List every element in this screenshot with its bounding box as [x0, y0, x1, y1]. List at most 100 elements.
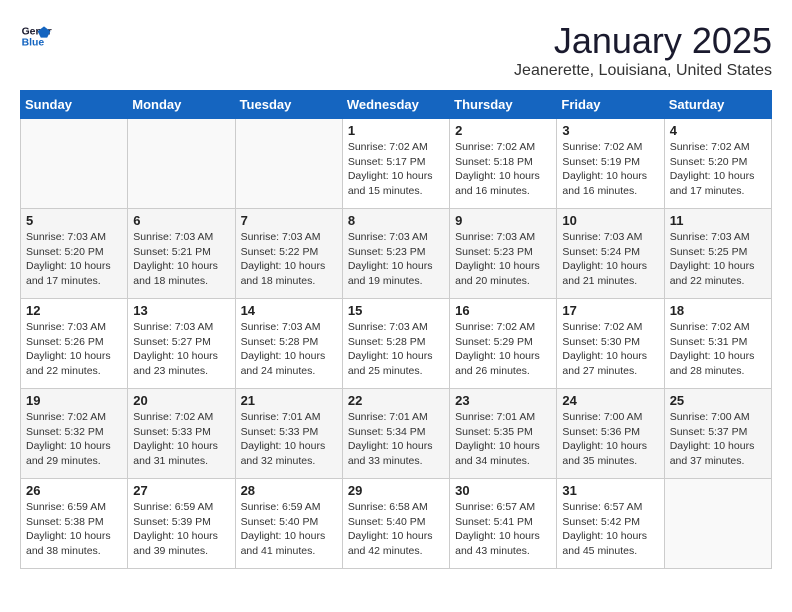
calendar-week-2: 5 Sunrise: 7:03 AM Sunset: 5:20 PM Daylig… [21, 209, 772, 299]
day-info: Sunrise: 7:03 AM Sunset: 5:23 PM Dayligh… [455, 230, 551, 289]
day-number: 14 [241, 303, 337, 318]
svg-text:Blue: Blue [22, 38, 45, 49]
day-number: 29 [348, 483, 444, 498]
day-info: Sunrise: 7:03 AM Sunset: 5:28 PM Dayligh… [241, 320, 337, 379]
calendar-cell: 20 Sunrise: 7:02 AM Sunset: 5:33 PM Dayli… [128, 389, 235, 479]
calendar-cell: 31 Sunrise: 6:57 AM Sunset: 5:42 PM Dayli… [557, 479, 664, 569]
day-info: Sunrise: 7:02 AM Sunset: 5:17 PM Dayligh… [348, 140, 444, 199]
logo-icon: General Blue [20, 20, 52, 52]
calendar-cell: 22Sunrise: 7:01 AM Sunset: 5:34 PM Dayli… [342, 389, 449, 479]
day-number: 16 [455, 303, 551, 318]
day-number: 10 [562, 213, 658, 228]
calendar-cell: 24 Sunrise: 7:00 AM Sunset: 5:36 PM Dayli… [557, 389, 664, 479]
day-number: 20 [133, 393, 229, 408]
calendar-cell: 25 Sunrise: 7:00 AM Sunset: 5:37 PM Dayli… [664, 389, 771, 479]
day-info: Sunrise: 7:03 AM Sunset: 5:24 PM Dayligh… [562, 230, 658, 289]
day-number: 17 [562, 303, 658, 318]
calendar-cell: 19 Sunrise: 7:02 AM Sunset: 5:32 PM Dayli… [21, 389, 128, 479]
calendar-cell: 30 Sunrise: 6:57 AM Sunset: 5:41 PM Dayli… [450, 479, 557, 569]
calendar-cell: 18Sunrise: 7:02 AM Sunset: 5:31 PM Dayli… [664, 299, 771, 389]
day-info: Sunrise: 7:00 AM Sunset: 5:36 PM Dayligh… [562, 410, 658, 469]
day-info: Sunrise: 7:03 AM Sunset: 5:20 PM Dayligh… [26, 230, 122, 289]
day-number: 9 [455, 213, 551, 228]
header: General Blue January 2025 Jeanerette, Lo… [20, 20, 772, 80]
calendar-cell: 1 Sunrise: 7:02 AM Sunset: 5:17 PM Daylig… [342, 119, 449, 209]
day-number: 6 [133, 213, 229, 228]
day-info: Sunrise: 7:03 AM Sunset: 5:27 PM Dayligh… [133, 320, 229, 379]
calendar-cell: 7 Sunrise: 7:03 AM Sunset: 5:22 PM Daylig… [235, 209, 342, 299]
day-info: Sunrise: 7:02 AM Sunset: 5:29 PM Dayligh… [455, 320, 551, 379]
day-number: 19 [26, 393, 122, 408]
header-wednesday: Wednesday [342, 91, 449, 119]
logo: General Blue [20, 20, 52, 52]
day-number: 25 [670, 393, 766, 408]
header-saturday: Saturday [664, 91, 771, 119]
calendar-cell: 13 Sunrise: 7:03 AM Sunset: 5:27 PM Dayli… [128, 299, 235, 389]
day-number: 4 [670, 123, 766, 138]
calendar-week-3: 12Sunrise: 7:03 AM Sunset: 5:26 PM Dayli… [21, 299, 772, 389]
calendar-cell [235, 119, 342, 209]
calendar-cell: 6 Sunrise: 7:03 AM Sunset: 5:21 PM Daylig… [128, 209, 235, 299]
day-info: Sunrise: 7:02 AM Sunset: 5:33 PM Dayligh… [133, 410, 229, 469]
calendar-cell [664, 479, 771, 569]
day-info: Sunrise: 7:03 AM Sunset: 5:21 PM Dayligh… [133, 230, 229, 289]
calendar-cell: 29 Sunrise: 6:58 AM Sunset: 5:40 PM Dayli… [342, 479, 449, 569]
day-info: Sunrise: 7:03 AM Sunset: 5:25 PM Dayligh… [670, 230, 766, 289]
day-number: 11 [670, 213, 766, 228]
day-number: 18 [670, 303, 766, 318]
day-number: 30 [455, 483, 551, 498]
calendar-cell: 12Sunrise: 7:03 AM Sunset: 5:26 PM Dayli… [21, 299, 128, 389]
calendar-cell: 2Sunrise: 7:02 AM Sunset: 5:18 PM Daylig… [450, 119, 557, 209]
day-number: 24 [562, 393, 658, 408]
calendar-cell: 11 Sunrise: 7:03 AM Sunset: 5:25 PM Dayli… [664, 209, 771, 299]
header-friday: Friday [557, 91, 664, 119]
day-info: Sunrise: 7:03 AM Sunset: 5:23 PM Dayligh… [348, 230, 444, 289]
calendar-table: Sunday Monday Tuesday Wednesday Thursday… [20, 90, 772, 569]
calendar-cell: 27Sunrise: 6:59 AM Sunset: 5:39 PM Dayli… [128, 479, 235, 569]
day-info: Sunrise: 7:03 AM Sunset: 5:28 PM Dayligh… [348, 320, 444, 379]
day-info: Sunrise: 6:58 AM Sunset: 5:40 PM Dayligh… [348, 500, 444, 559]
calendar-cell [128, 119, 235, 209]
day-number: 21 [241, 393, 337, 408]
day-info: Sunrise: 7:01 AM Sunset: 5:35 PM Dayligh… [455, 410, 551, 469]
header-thursday: Thursday [450, 91, 557, 119]
day-number: 8 [348, 213, 444, 228]
day-number: 31 [562, 483, 658, 498]
day-number: 13 [133, 303, 229, 318]
calendar-subtitle: Jeanerette, Louisiana, United States [514, 62, 772, 80]
day-info: Sunrise: 7:00 AM Sunset: 5:37 PM Dayligh… [670, 410, 766, 469]
calendar-cell: 9 Sunrise: 7:03 AM Sunset: 5:23 PM Daylig… [450, 209, 557, 299]
calendar-cell: 4Sunrise: 7:02 AM Sunset: 5:20 PM Daylig… [664, 119, 771, 209]
calendar-week-4: 19 Sunrise: 7:02 AM Sunset: 5:32 PM Dayli… [21, 389, 772, 479]
header-monday: Monday [128, 91, 235, 119]
day-number: 28 [241, 483, 337, 498]
header-sunday: Sunday [21, 91, 128, 119]
day-info: Sunrise: 7:03 AM Sunset: 5:22 PM Dayligh… [241, 230, 337, 289]
calendar-week-5: 26Sunrise: 6:59 AM Sunset: 5:38 PM Dayli… [21, 479, 772, 569]
calendar-cell: 16 Sunrise: 7:02 AM Sunset: 5:29 PM Dayli… [450, 299, 557, 389]
header-tuesday: Tuesday [235, 91, 342, 119]
day-info: Sunrise: 7:03 AM Sunset: 5:26 PM Dayligh… [26, 320, 122, 379]
day-number: 1 [348, 123, 444, 138]
day-info: Sunrise: 6:59 AM Sunset: 5:38 PM Dayligh… [26, 500, 122, 559]
day-number: 7 [241, 213, 337, 228]
calendar-cell: 21Sunrise: 7:01 AM Sunset: 5:33 PM Dayli… [235, 389, 342, 479]
day-info: Sunrise: 7:02 AM Sunset: 5:19 PM Dayligh… [562, 140, 658, 199]
calendar-cell: 23 Sunrise: 7:01 AM Sunset: 5:35 PM Dayli… [450, 389, 557, 479]
day-info: Sunrise: 7:02 AM Sunset: 5:32 PM Dayligh… [26, 410, 122, 469]
calendar-cell: 28Sunrise: 6:59 AM Sunset: 5:40 PM Dayli… [235, 479, 342, 569]
calendar-cell: 5 Sunrise: 7:03 AM Sunset: 5:20 PM Daylig… [21, 209, 128, 299]
day-number: 15 [348, 303, 444, 318]
calendar-title: January 2025 [514, 20, 772, 62]
day-number: 23 [455, 393, 551, 408]
calendar-week-1: 1 Sunrise: 7:02 AM Sunset: 5:17 PM Daylig… [21, 119, 772, 209]
day-info: Sunrise: 7:02 AM Sunset: 5:30 PM Dayligh… [562, 320, 658, 379]
day-info: Sunrise: 6:57 AM Sunset: 5:42 PM Dayligh… [562, 500, 658, 559]
day-info: Sunrise: 6:59 AM Sunset: 5:39 PM Dayligh… [133, 500, 229, 559]
calendar-cell [21, 119, 128, 209]
day-number: 3 [562, 123, 658, 138]
day-info: Sunrise: 6:57 AM Sunset: 5:41 PM Dayligh… [455, 500, 551, 559]
day-number: 5 [26, 213, 122, 228]
day-number: 2 [455, 123, 551, 138]
calendar-cell: 10 Sunrise: 7:03 AM Sunset: 5:24 PM Dayli… [557, 209, 664, 299]
